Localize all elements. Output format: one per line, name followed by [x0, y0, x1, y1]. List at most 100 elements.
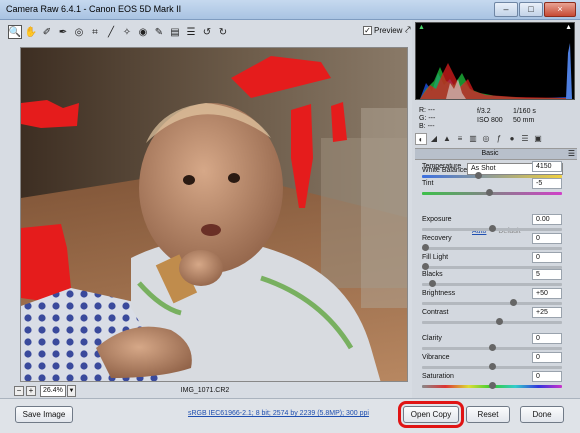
adjustment-brush-icon[interactable]: ✎	[152, 25, 166, 39]
slider-label: Recovery	[422, 235, 452, 242]
preview-toggle[interactable]: ✓ Preview	[363, 26, 402, 35]
image-area: 🔍 ✋ ✐ ✒ ◎ ⌗ ╱ ✧ ◉ ✎ ▤ ☰ ↺ ↻ ✓ Preview ⤤	[0, 20, 412, 398]
zoom-tool-icon[interactable]: 🔍	[8, 25, 22, 39]
zoom-in-button[interactable]: +	[26, 386, 36, 396]
slider-value-field[interactable]: 4150	[532, 161, 562, 172]
snapshots-tab-icon[interactable]: ▣	[532, 133, 544, 145]
graduated-filter-icon[interactable]: ▤	[168, 25, 182, 39]
slider-label: Blacks	[422, 271, 443, 278]
slider-thumb[interactable]	[488, 344, 496, 351]
highlight-clipping-icon[interactable]: ▲	[565, 24, 572, 31]
toolbar: 🔍 ✋ ✐ ✒ ◎ ⌗ ╱ ✧ ◉ ✎ ▤ ☰ ↺ ↻ ✓ Preview ⤤	[8, 25, 411, 43]
rotate-ccw-icon[interactable]: ↺	[200, 25, 214, 39]
slider-thumb[interactable]	[422, 263, 429, 270]
hand-tool-icon[interactable]: ✋	[24, 25, 38, 39]
effects-tab-icon[interactable]: ƒ	[493, 133, 505, 145]
detail-tab-icon[interactable]: ▲	[441, 133, 453, 145]
slider-label: Fill Light	[422, 254, 449, 261]
close-button[interactable]: ×	[544, 2, 576, 17]
slider-thumb[interactable]	[428, 280, 436, 287]
slider-saturation: Saturation 0	[422, 371, 562, 393]
camera-calibration-tab-icon[interactable]: ●	[506, 133, 518, 145]
slider-value-field[interactable]: +25	[532, 307, 562, 318]
slider-thumb[interactable]	[485, 189, 493, 196]
slider-value-field[interactable]: 5	[532, 269, 562, 280]
b-value: ---	[427, 123, 435, 130]
slider-label: Tint	[422, 180, 434, 187]
panel-title: Basic	[481, 150, 499, 157]
maximize-button[interactable]: □	[519, 2, 543, 17]
straighten-tool-icon[interactable]: ╱	[104, 25, 118, 39]
slider-thumb[interactable]	[422, 244, 429, 251]
status-row: − + 26.4% ▼ IMG_1071.CR2	[0, 384, 412, 398]
zoom-out-button[interactable]: −	[14, 386, 24, 396]
slider-thumb[interactable]	[488, 382, 496, 389]
slider-track[interactable]	[422, 247, 562, 250]
filename: IMG_1071.CR2	[180, 387, 230, 394]
slider-value-field[interactable]: 0	[532, 352, 562, 363]
presets-tab-icon[interactable]: ☰	[519, 133, 531, 145]
rotate-cw-icon[interactable]: ↻	[216, 25, 230, 39]
targeted-adjustment-tool-icon[interactable]: ◎	[72, 25, 86, 39]
reset-button[interactable]: Reset	[466, 406, 510, 423]
slider-thumb[interactable]	[488, 225, 496, 232]
slider-thumb[interactable]	[488, 363, 496, 370]
shutter-speed: 1/160 s	[512, 108, 536, 115]
adjustments-panel: ▲ ▲ R: --- G: --- B: --- f/3.2 1/160 s I…	[412, 20, 580, 398]
slider-value-field[interactable]: 0	[532, 252, 562, 263]
slider-value-field[interactable]: +50	[532, 288, 562, 299]
slider-value-field[interactable]: 0	[532, 333, 562, 344]
color-sampler-tool-icon[interactable]: ✒	[56, 25, 70, 39]
focal-length: 50 mm	[512, 117, 535, 124]
slider-value-field[interactable]: 0	[532, 371, 562, 382]
slider-thumb[interactable]	[509, 299, 517, 306]
save-image-button[interactable]: Save Image	[15, 406, 73, 423]
slider-track[interactable]	[422, 283, 562, 286]
basic-tab-icon[interactable]: ◐	[415, 133, 427, 145]
shadow-clipping-icon[interactable]: ▲	[418, 24, 425, 31]
hsl-tab-icon[interactable]: ≡	[454, 133, 466, 145]
slider-track[interactable]	[422, 321, 562, 324]
white-balance-tool-icon[interactable]: ✐	[40, 25, 54, 39]
red-eye-tool-icon[interactable]: ◉	[136, 25, 150, 39]
aperture: f/3.2	[477, 108, 491, 115]
workflow-options-link[interactable]: sRGB IEC61966-2.1; 8 bit; 2574 by 2239 (…	[188, 410, 369, 417]
iso: ISO 800	[477, 117, 503, 124]
zoom-level-field[interactable]: 26.4%	[40, 385, 66, 397]
spot-removal-tool-icon[interactable]: ✧	[120, 25, 134, 39]
minimize-button[interactable]: –	[494, 2, 518, 17]
rgb-readout: R: --- G: --- B: ---	[419, 107, 435, 131]
slider-label: Vibrance	[422, 354, 450, 361]
preview-checkbox[interactable]: ✓	[363, 26, 372, 35]
panel-header: Basic ☰	[415, 148, 577, 160]
g-value: ---	[428, 115, 436, 122]
crop-tool-icon[interactable]: ⌗	[88, 25, 102, 39]
r-label: R:	[419, 107, 426, 114]
photo-preview[interactable]	[20, 47, 408, 382]
baby-photo	[21, 48, 407, 381]
preferences-icon[interactable]: ☰	[184, 25, 198, 39]
done-button[interactable]: Done	[520, 406, 564, 423]
window-title: Camera Raw 6.4.1 - Canon EOS 5D Mark II	[6, 4, 182, 14]
slider-track[interactable]	[422, 302, 562, 305]
tone-curve-tab-icon[interactable]: ◢	[428, 133, 440, 145]
slider-value-field[interactable]: 0.00	[532, 214, 562, 225]
lens-corrections-tab-icon[interactable]: ◎	[480, 133, 492, 145]
b-label: B:	[419, 123, 426, 130]
bottom-bar: Save Image sRGB IEC61966-2.1; 8 bit; 257…	[0, 398, 580, 433]
slider-label: Exposure	[422, 216, 452, 223]
zoom-dropdown-icon[interactable]: ▼	[67, 385, 76, 397]
slider-label: Brightness	[422, 290, 456, 297]
slider-value-field[interactable]: -5	[532, 178, 562, 189]
slider-value-field[interactable]: 0	[532, 233, 562, 244]
histogram-graph	[420, 43, 572, 99]
title-bar: Camera Raw 6.4.1 - Canon EOS 5D Mark II …	[0, 0, 580, 20]
slider-label: Clarity	[422, 335, 442, 342]
panel-menu-icon[interactable]: ☰	[568, 149, 575, 158]
split-toning-tab-icon[interactable]: ▥	[467, 133, 479, 145]
slider-label: Saturation	[422, 373, 454, 380]
slider-label: Contrast	[422, 309, 449, 316]
slider-tint: Tint -5	[422, 178, 562, 200]
r-value: ---	[427, 107, 435, 114]
open-copy-button[interactable]: Open Copy	[398, 401, 464, 428]
